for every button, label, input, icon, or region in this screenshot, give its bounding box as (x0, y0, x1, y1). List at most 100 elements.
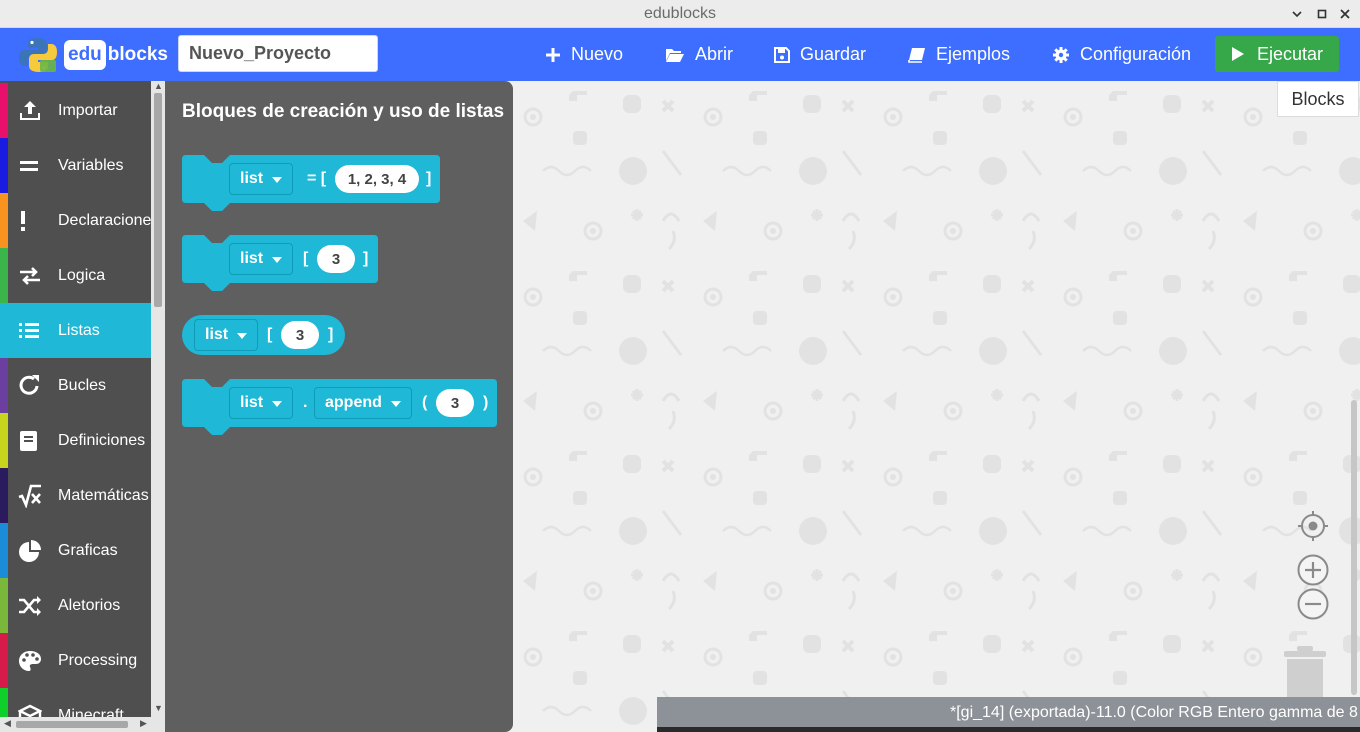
dot-text: . (303, 394, 308, 411)
project-name-input[interactable] (178, 35, 378, 72)
sidebar-horizontal-scrollbar[interactable]: ◀ ▶ (0, 717, 165, 732)
sidebar-item-label: Processing (58, 652, 138, 669)
list-assign-block[interactable]: list = [ 1, 2, 3, 4 ] (182, 155, 440, 211)
variable-dropdown[interactable]: list (229, 243, 294, 275)
variable-dropdown[interactable]: list (194, 319, 259, 351)
sidebar-vertical-scrollbar[interactable]: ▲ ▼ (151, 81, 165, 717)
window-titlebar: edublocks (0, 0, 1360, 28)
folder-open-icon (666, 48, 684, 62)
maximize-button[interactable] (1312, 4, 1332, 24)
scroll-down-arrow-icon[interactable]: ▼ (154, 703, 163, 713)
new-button[interactable]: Nuevo (545, 28, 623, 81)
sidebar-item-label: Matemáticas (58, 487, 149, 504)
category-flyout: Bloques de creación y uso de listas list… (165, 81, 513, 732)
recenter-icon[interactable] (1297, 510, 1329, 542)
open-label: Abrir (695, 44, 734, 64)
window-title: edublocks (643, 5, 717, 22)
plus-icon (546, 47, 560, 62)
sidebar-item-label: Aletorios (58, 597, 121, 614)
logo-edu: edu (64, 40, 106, 70)
sidebar-item-label: Graficas (58, 542, 118, 559)
sidebar-item-label: Declaraciones (58, 212, 151, 229)
examples-label: Ejemplos (936, 44, 1011, 64)
palette-icon (19, 651, 41, 671)
zoom-out-icon[interactable] (1297, 588, 1329, 620)
sidebar-item-label: Listas (58, 322, 100, 339)
trash-icon[interactable] (1283, 645, 1327, 700)
settings-label: Configuración (1080, 44, 1192, 64)
scroll-left-arrow-icon[interactable]: ◀ (4, 718, 11, 729)
close-bracket-text: ] (426, 170, 432, 187)
zoom-in-icon[interactable] (1297, 554, 1329, 586)
open-bracket-text: [ (267, 326, 273, 343)
examples-button[interactable]: Ejemplos (908, 28, 1010, 81)
edublocks-logo: edu blocks (64, 37, 168, 73)
run-button[interactable]: Ejecutar (1215, 36, 1339, 72)
minimize-button[interactable] (1287, 4, 1307, 24)
equals-icon (20, 161, 38, 171)
sidebar-item-label: Variables (58, 157, 124, 174)
cube-icon (18, 704, 42, 717)
blocks-workspace[interactable] (513, 81, 1360, 732)
workspace-vertical-scrollbar[interactable] (1351, 400, 1357, 695)
logo-blocks: blocks (107, 44, 168, 65)
sidebar-item-listas[interactable]: Listas (0, 303, 151, 358)
sidebar-item-matematicas[interactable]: Matemáticas (0, 468, 151, 523)
close-bracket-text: ] (328, 326, 334, 343)
list-append-block[interactable]: list . append ( 3 ) (182, 379, 497, 435)
list-index-statement-block[interactable]: list [ 3 ] (182, 235, 378, 291)
workspace-pattern (513, 81, 1360, 732)
exchange-icon (20, 267, 40, 285)
redo-icon (19, 375, 39, 395)
category-sidebar: Importar Variables Declaraciones Logica … (0, 81, 151, 717)
scroll-right-arrow-icon[interactable]: ▶ (140, 718, 147, 729)
scrollbar-thumb[interactable] (16, 721, 128, 728)
scrollbar-thumb[interactable] (154, 93, 162, 307)
close-icon (1340, 9, 1350, 19)
sidebar-item-declaraciones[interactable]: Declaraciones (0, 193, 151, 248)
upload-icon (20, 101, 40, 120)
open-bracket-text: [ (303, 250, 309, 267)
python-logo-icon (19, 38, 57, 72)
sidebar-item-graficas[interactable]: Graficas (0, 523, 151, 578)
save-button[interactable]: Guardar (774, 28, 866, 81)
sidebar-item-label: Minecraft (58, 707, 124, 717)
settings-button[interactable]: Configuración (1052, 28, 1191, 81)
open-paren-text: ( (422, 394, 428, 411)
list-index-reporter-block[interactable]: list [ 3 ] (182, 315, 345, 355)
sidebar-item-aletorios[interactable]: Aletorios (0, 578, 151, 633)
scroll-up-arrow-icon[interactable]: ▲ (154, 81, 163, 91)
book-icon (20, 431, 37, 451)
sidebar-item-importar[interactable]: Importar (0, 83, 151, 138)
book-icon (908, 47, 925, 63)
variable-dropdown[interactable]: list (229, 387, 294, 419)
list-value-field[interactable]: 1, 2, 3, 4 (335, 165, 419, 193)
square-icon (1317, 9, 1327, 19)
tab-blocks[interactable]: Blocks (1277, 81, 1359, 117)
index-value-field[interactable]: 3 (317, 245, 355, 273)
new-label: Nuevo (571, 44, 624, 64)
sidebar-item-processing[interactable]: Processing (0, 633, 151, 688)
sidebar-item-variables[interactable]: Variables (0, 138, 151, 193)
sidebar-item-label: Logica (58, 267, 106, 284)
save-label: Guardar (800, 44, 867, 64)
sidebar-item-minecraft[interactable]: Minecraft (0, 688, 151, 717)
sidebar-item-logica[interactable]: Logica (0, 248, 151, 303)
exclamation-icon (21, 211, 25, 231)
variable-dropdown[interactable]: list (229, 163, 294, 195)
append-value-field[interactable]: 3 (436, 389, 474, 417)
play-icon (1231, 47, 1244, 61)
sidebar-item-bucles[interactable]: Bucles (0, 358, 151, 413)
pie-chart-icon (19, 540, 41, 562)
sidebar-item-label: Definiciones (58, 432, 146, 449)
index-value-field[interactable]: 3 (281, 321, 319, 349)
method-dropdown[interactable]: append (314, 387, 412, 419)
status-bar: *[gi_14] (exportada)-11.0 (Color RGB Ent… (657, 697, 1360, 727)
sidebar-item-definiciones[interactable]: Definiciones (0, 413, 151, 468)
open-button[interactable]: Abrir (665, 28, 733, 81)
close-window-button[interactable] (1335, 4, 1355, 24)
close-paren-text: ) (483, 394, 489, 411)
flyout-title: Bloques de creación y uso de listas (182, 101, 505, 122)
sqrt-icon (18, 484, 41, 508)
assign-operator-text: = [ (307, 170, 327, 187)
